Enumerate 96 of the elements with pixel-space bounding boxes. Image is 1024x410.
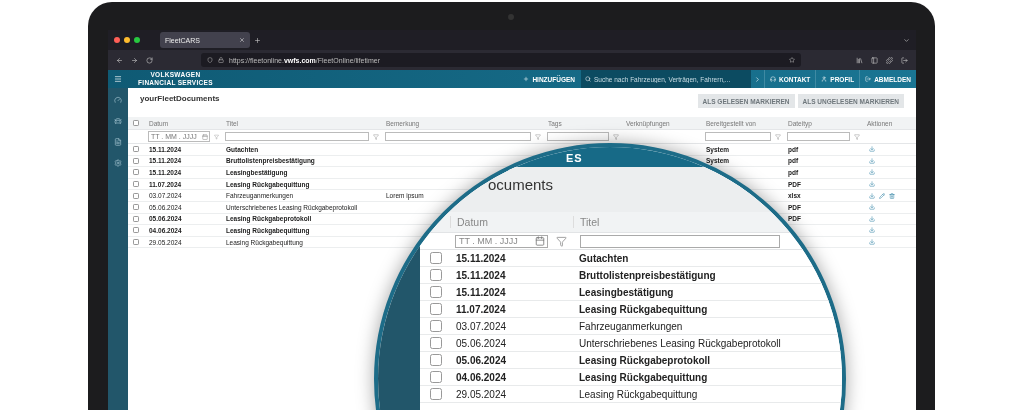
title-cell-text: Fahrzeuganmerkungen: [578, 320, 683, 332]
row-checkbox[interactable]: [133, 181, 139, 188]
row-checkbox[interactable]: [133, 204, 139, 211]
page-title: ocuments: [488, 176, 554, 193]
date-cell-text: 15.11.2024: [455, 286, 506, 298]
maximize-dot[interactable]: [134, 37, 140, 43]
row-checkbox[interactable]: [133, 239, 139, 246]
select-all-checkbox[interactable]: [133, 120, 139, 126]
filter-field[interactable]: [385, 132, 531, 141]
reload-icon: [146, 56, 153, 64]
close-dot[interactable]: [114, 37, 120, 43]
download-icon: [869, 192, 875, 199]
date-cell-text: 11.07.2024: [455, 303, 506, 315]
date-cell-text: 03.07.2024: [455, 320, 507, 332]
download-icon: [869, 181, 875, 188]
date-cell-text: 29.05.2024: [455, 388, 507, 400]
logout-icon: [865, 76, 872, 82]
date-cell-text: 05.06.2024: [455, 354, 507, 366]
star-icon: [789, 57, 795, 63]
lock-icon: [218, 57, 224, 63]
filter-field[interactable]: [547, 132, 609, 141]
date-cell-text: 15.11.2024: [455, 269, 506, 281]
download-icon: [869, 204, 875, 211]
contact-icon: [770, 76, 776, 82]
row-checkbox[interactable]: [430, 337, 442, 349]
title-cell-text: Gutachten: [578, 252, 629, 264]
gauge-icon: [114, 96, 122, 104]
title-cell-text: Leasing Rückgabequittung: [578, 303, 708, 315]
column-header[interactable]: Datum: [450, 216, 488, 228]
title-cell-text: Bruttolistenpreisbestätigung: [578, 269, 716, 281]
shield-icon: [207, 57, 213, 63]
title-cell-text: Leasing Rückgabequittung: [578, 388, 698, 400]
page-title: yourFleetDocuments: [140, 94, 220, 103]
filter-icon: [373, 133, 379, 140]
date-filter-field[interactable]: TT . MM . JJJJ: [455, 234, 548, 248]
title-cell-text: Leasing Rückgabequittung: [578, 371, 708, 383]
minimize-dot[interactable]: [124, 37, 130, 43]
row-checkbox[interactable]: [430, 320, 442, 332]
download-icon: [869, 157, 875, 164]
filter-icon: [854, 133, 860, 140]
filter-field[interactable]: [225, 132, 369, 141]
menu-icon: [114, 75, 122, 83]
column-header[interactable]: Titel: [573, 216, 600, 228]
download-icon: [869, 169, 875, 176]
filter-icon: [214, 133, 219, 140]
row-checkbox[interactable]: [430, 286, 442, 298]
car-icon: [114, 117, 122, 125]
row-checkbox[interactable]: [133, 146, 139, 153]
filter-icon: [775, 133, 781, 140]
pencil-icon: [879, 192, 885, 199]
filter-field[interactable]: [580, 234, 780, 248]
download-icon: [869, 239, 875, 246]
forward-icon: [131, 56, 138, 64]
row-checkbox[interactable]: [430, 252, 442, 264]
row-checkbox[interactable]: [133, 227, 139, 234]
close-icon: [239, 37, 245, 43]
profile-icon: [821, 76, 828, 82]
date-cell-text: 15.11.2024: [455, 252, 506, 264]
trash-icon: [889, 192, 895, 199]
back-icon: [116, 56, 123, 64]
filter-icon: [613, 133, 619, 140]
row-checkbox[interactable]: [133, 169, 139, 176]
search-icon: [585, 76, 591, 82]
plus-icon: [523, 76, 530, 82]
document-icon: [114, 138, 122, 146]
chevron-right-icon: [754, 75, 761, 83]
chevron-down-icon: [903, 36, 910, 44]
row-checkbox[interactable]: [430, 388, 442, 400]
filter-field[interactable]: [705, 132, 771, 141]
filter-field[interactable]: [787, 132, 850, 141]
export-icon: [901, 56, 908, 64]
library-icon: [856, 56, 863, 64]
row-checkbox[interactable]: [430, 269, 442, 281]
download-icon: [869, 146, 875, 153]
filter-icon: [535, 133, 541, 140]
title-cell-text: Leasingbestätigung: [578, 286, 674, 298]
title-cell-text: Leasing Rückgabeprotokoll: [578, 354, 711, 366]
title-cell-text: Unterschriebenes Leasing Rückgabeprotokoll: [578, 337, 781, 349]
filter-icon: [556, 235, 567, 247]
download-icon: [869, 227, 875, 234]
download-icon: [869, 215, 875, 222]
logo-text: ES: [566, 152, 583, 164]
calendar-icon: [202, 133, 208, 140]
puzzle-icon: [886, 56, 893, 64]
row-checkbox[interactable]: [133, 192, 139, 199]
row-checkbox[interactable]: [133, 157, 139, 164]
date-cell-text: 05.06.2024: [455, 337, 507, 349]
new-tab-icon[interactable]: [254, 36, 261, 44]
calendar-icon: [535, 236, 545, 246]
date-cell-text: 04.06.2024: [455, 371, 507, 383]
row-checkbox[interactable]: [430, 303, 442, 315]
settings-icon: [114, 159, 122, 167]
row-checkbox[interactable]: [430, 371, 442, 383]
row-checkbox[interactable]: [133, 215, 139, 222]
sidebar-icon: [871, 56, 878, 64]
row-checkbox[interactable]: [430, 354, 442, 366]
